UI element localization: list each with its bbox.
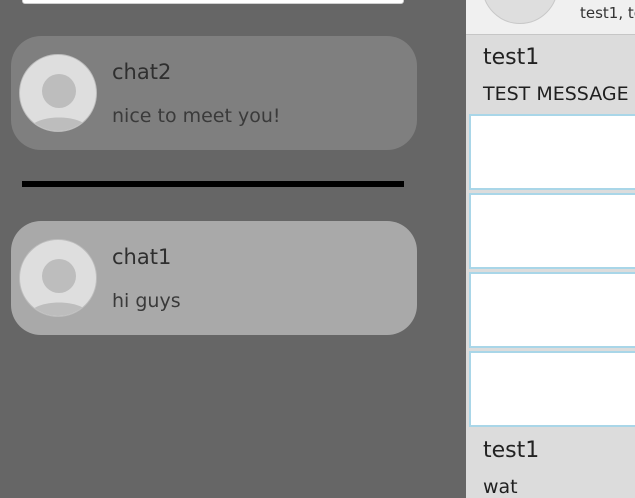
chat-header: test1, te [466, 0, 635, 35]
message-text: wat [483, 476, 518, 498]
message-image[interactable] [469, 272, 635, 348]
chat-members: test1, te [580, 4, 635, 22]
message-sender: test1 [483, 45, 540, 70]
message-sender: test1 [483, 438, 540, 463]
chat-name: chat1 [112, 245, 172, 269]
message-text: TEST MESSAGE [483, 83, 629, 105]
chat-panel: test1, te test1 TEST MESSAGE test1 wat [466, 0, 635, 498]
chat-list-item[interactable]: chat2 nice to meet you! [11, 36, 417, 150]
chat-avatar-icon [482, 0, 558, 24]
chat-last-message: hi guys [112, 290, 181, 312]
message-image[interactable] [469, 193, 635, 269]
message-image[interactable] [469, 351, 635, 427]
search-input[interactable] [22, 0, 404, 4]
user-avatar-icon [19, 54, 97, 132]
chat-name: chat2 [112, 60, 172, 84]
user-avatar-icon [19, 239, 97, 317]
chat-app: chat2 nice to meet you! chat1 hi guys te… [0, 0, 635, 498]
message-image[interactable] [469, 114, 635, 190]
avatar-silhouette [28, 74, 90, 131]
avatar-silhouette [28, 259, 90, 316]
chat-last-message: nice to meet you! [112, 105, 281, 127]
chat-list-item[interactable]: chat1 hi guys [11, 221, 417, 335]
divider [22, 181, 404, 187]
